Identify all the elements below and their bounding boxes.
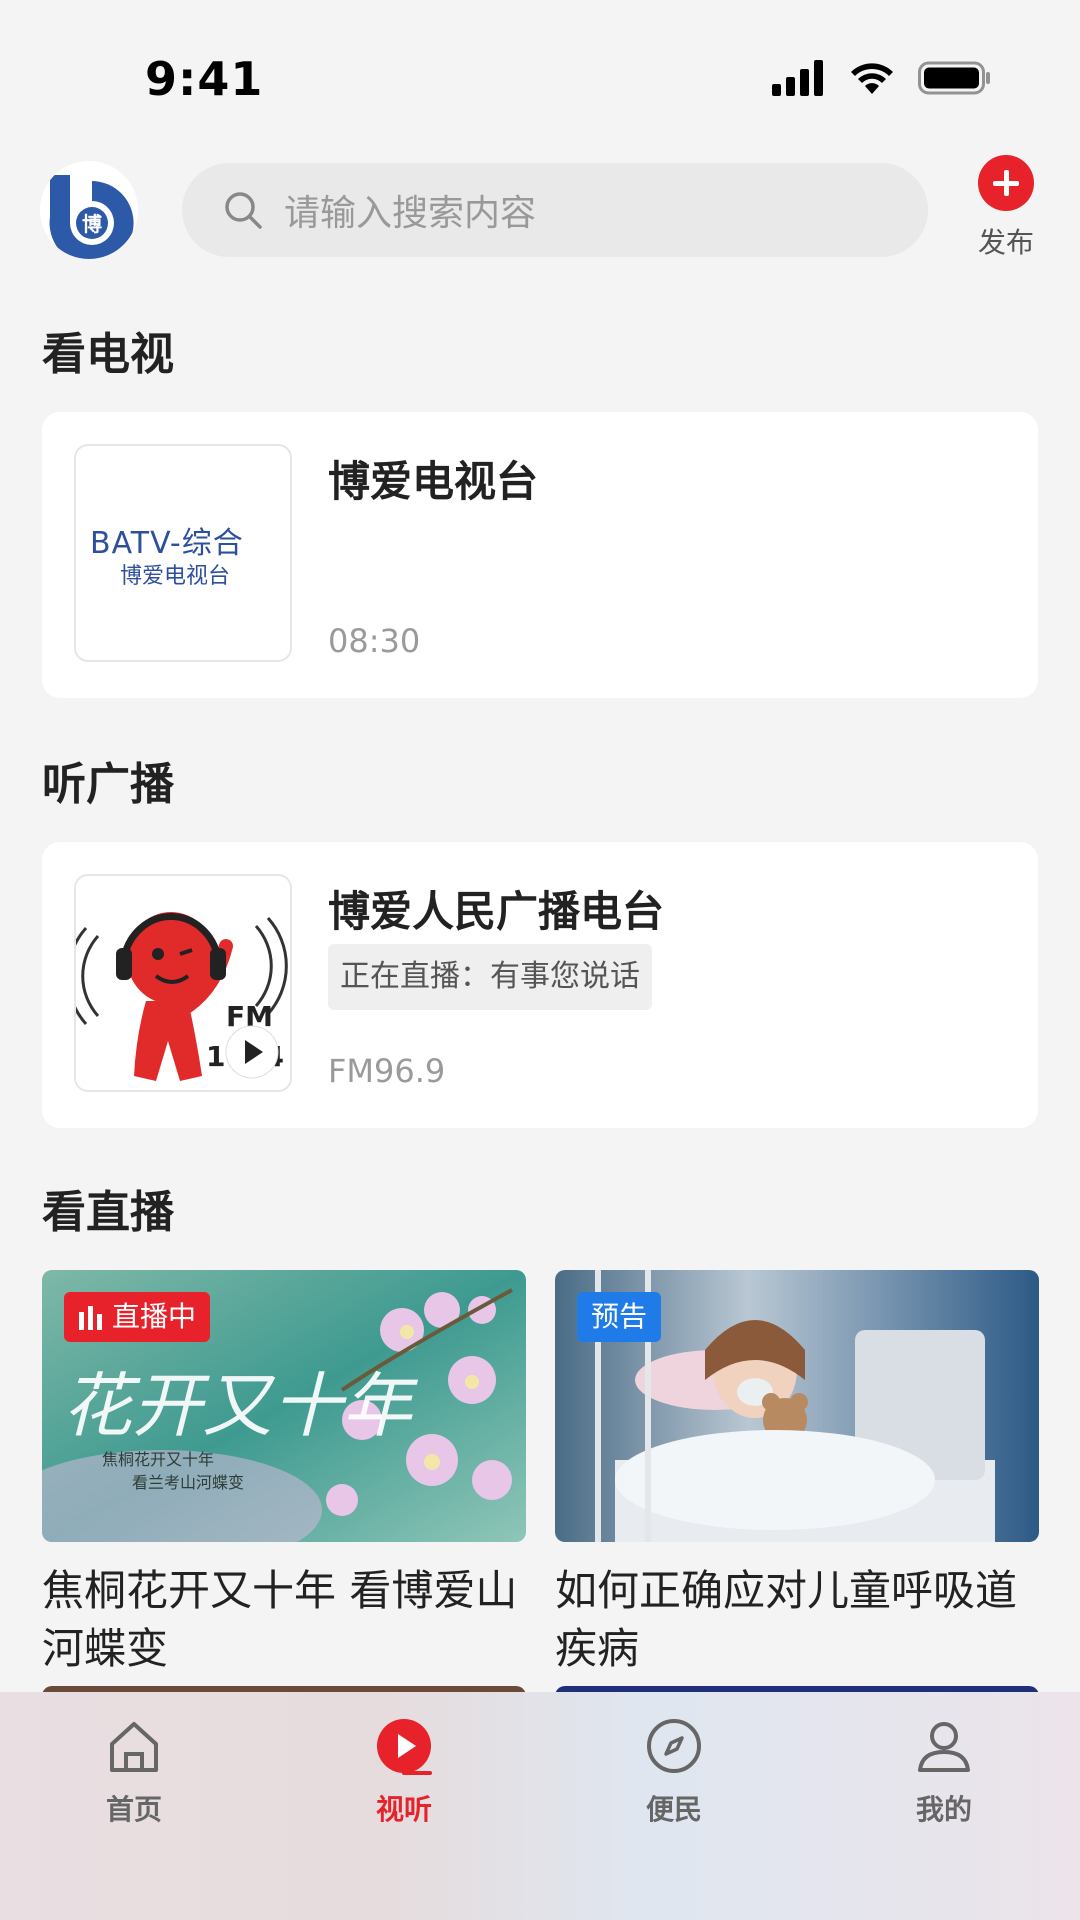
- tv-channel-name: 博爱电视台: [328, 457, 539, 506]
- tv-channel-time: 08:30: [328, 622, 421, 660]
- play-icon: [377, 1719, 432, 1775]
- preview-badge-label: 预告: [591, 1300, 648, 1333]
- radio-frequency: FM96.9: [328, 1052, 446, 1090]
- radio-station-thumbnail: FM 1064: [74, 874, 292, 1092]
- tab-bar: 首页 视听 便民 我的: [0, 1692, 1080, 1920]
- tab-audio-video[interactable]: 视听: [334, 1716, 474, 1828]
- tv-thumb-line1: BATV-综合: [90, 526, 244, 561]
- status-icons: [772, 60, 992, 96]
- live-item[interactable]: 预告 如何正确应对儿童呼吸道疾病: [555, 1270, 1039, 1678]
- live-badge-label: 直播中: [112, 1300, 197, 1333]
- signal-icon: [772, 60, 823, 96]
- status-time: 9:41: [145, 52, 264, 106]
- live-img-caption1: 焦桐花开又十年: [102, 1450, 214, 1469]
- tab-services[interactable]: 便民: [604, 1716, 744, 1828]
- battery-icon: [918, 61, 990, 95]
- radio-station-name: 博爱人民广播电台: [328, 887, 665, 936]
- compass-icon: [647, 1719, 701, 1773]
- search-icon: [225, 192, 262, 229]
- tab-home[interactable]: 首页: [64, 1716, 204, 1828]
- tv-section-title: 看电视: [42, 329, 174, 380]
- live-item-image: 花开又十年 焦桐花开又十年 看兰考山河蝶变 直播中: [42, 1270, 526, 1542]
- search-bar[interactable]: 请输入搜索内容: [182, 163, 928, 257]
- app-logo[interactable]: 博: [40, 161, 138, 259]
- home-icon: [110, 1722, 158, 1772]
- search-placeholder: 请输入搜索内容: [284, 193, 537, 234]
- live-item-title: 焦桐花开又十年 看博爱山河蝶变: [42, 1566, 518, 1673]
- header: 博 请输入搜索内容 发布: [0, 155, 1080, 275]
- publish-label: 发布: [977, 226, 1034, 259]
- preview-badge: 预告: [577, 1292, 662, 1342]
- plus-icon: [978, 155, 1034, 211]
- tv-channel-thumbnail: BATV-综合 博爱电视台: [74, 444, 292, 662]
- radio-section-title: 听广播: [42, 759, 174, 810]
- publish-button[interactable]: 发布: [966, 155, 1046, 261]
- tab-mine-label: 我的: [915, 1793, 972, 1826]
- live-item-title: 如何正确应对儿童呼吸道疾病: [555, 1566, 1018, 1673]
- live-item-image: 预告: [555, 1270, 1039, 1542]
- live-section-title: 看直播: [42, 1187, 174, 1238]
- radio-mascot-illustration: FM 1064: [76, 876, 290, 1090]
- tab-mine[interactable]: 我的: [874, 1716, 1014, 1828]
- live-badge: 直播中: [64, 1292, 211, 1342]
- live-bars-icon: [79, 1306, 102, 1330]
- tab-home-label: 首页: [105, 1793, 162, 1826]
- tab-audio-video-label: 视听: [375, 1793, 432, 1826]
- user-icon: [918, 1722, 970, 1772]
- tv-channel-card[interactable]: BATV-综合 博爱电视台 博爱电视台 08:30: [42, 412, 1038, 698]
- radio-station-card[interactable]: FM 1064 博爱人民广播电台 正在直播：有事您说话 FM96.9: [42, 842, 1038, 1128]
- now-playing-tag: 正在直播：有事您说话: [328, 944, 652, 1010]
- live-item[interactable]: 花开又十年 焦桐花开又十年 看兰考山河蝶变 直播中 焦桐花开又十年 看博爱山河蝶…: [42, 1270, 526, 1678]
- live-img-calligraphy: 花开又十年: [62, 1365, 419, 1447]
- status-bar: 9:41: [0, 0, 1080, 150]
- tab-services-label: 便民: [645, 1793, 702, 1826]
- tv-thumb-line2: 博爱电视台: [120, 564, 231, 589]
- logo-glyph: 博: [82, 212, 102, 236]
- wifi-icon: [851, 63, 893, 94]
- live-img-caption2: 看兰考山河蝶变: [132, 1473, 244, 1492]
